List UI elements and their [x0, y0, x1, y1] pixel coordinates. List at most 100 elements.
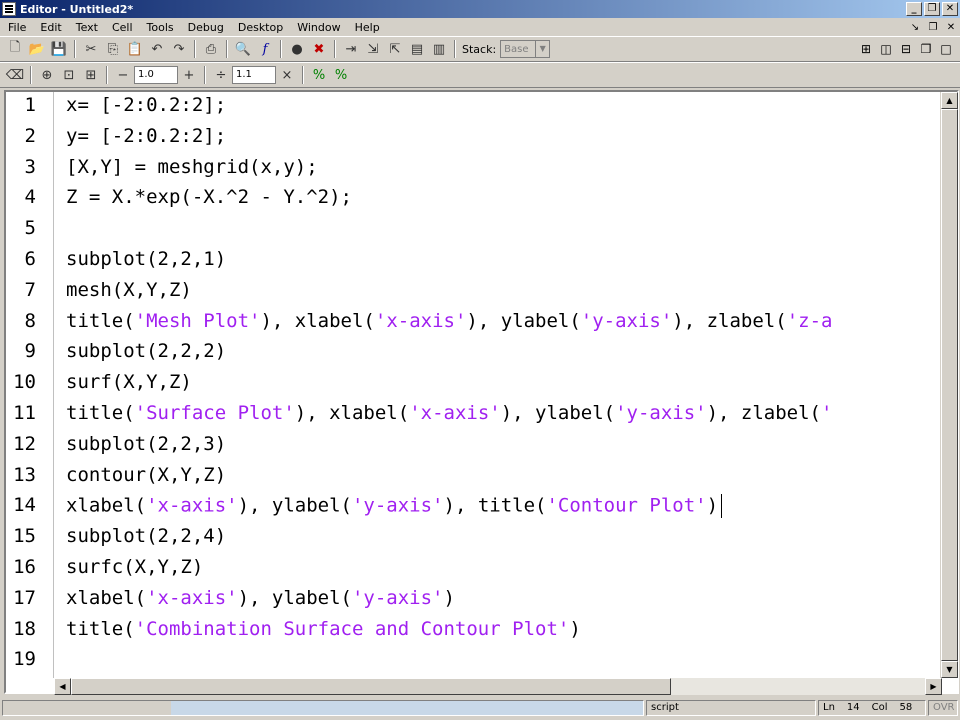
- menu-text[interactable]: Text: [68, 21, 104, 34]
- restore-button[interactable]: ❐: [924, 2, 940, 16]
- continue-icon[interactable]: ▤: [406, 39, 428, 59]
- left-right-split-icon[interactable]: ◫: [876, 40, 896, 58]
- stack-select[interactable]: Base ▼: [500, 40, 551, 58]
- close-button[interactable]: ✕: [942, 2, 958, 16]
- evaluate-advance-icon[interactable]: ⊞: [80, 65, 102, 85]
- string-literal: 'y-axis': [351, 586, 444, 609]
- code-line[interactable]: x= [-2:0.2:2];: [66, 94, 226, 116]
- horizontal-scrollbar[interactable]: ◀ ▶: [54, 678, 942, 695]
- line-number: 1: [24, 94, 36, 116]
- code-line[interactable]: surf(X,Y,Z): [66, 371, 192, 393]
- code-token: xlabel(: [66, 494, 147, 517]
- copy-icon[interactable]: ⎘: [102, 39, 124, 59]
- insert-cell-icon[interactable]: ⊕: [36, 65, 58, 85]
- minimize-button[interactable]: _: [906, 2, 922, 16]
- menu-desktop[interactable]: Desktop: [230, 21, 289, 34]
- multiply-button[interactable]: ×: [276, 65, 298, 85]
- cut-icon[interactable]: ✂: [80, 39, 102, 59]
- code-line[interactable]: subplot(2,2,3): [66, 433, 226, 455]
- eraser-icon[interactable]: ⌫: [4, 65, 26, 85]
- code-line[interactable]: contour(X,Y,Z): [66, 464, 226, 486]
- tile-layout-icon[interactable]: ⊞: [856, 40, 876, 58]
- new-file-icon[interactable]: 🗋: [4, 39, 26, 59]
- overwrite-status: OVR: [928, 700, 958, 716]
- line-number: 10: [13, 371, 36, 394]
- line-number: 14: [13, 494, 36, 517]
- print-icon[interactable]: ⎙: [200, 39, 222, 59]
- step-in-icon[interactable]: ⇲: [362, 39, 384, 59]
- code-line[interactable]: xlabel('x-axis'), ylabel('y-axis'), titl…: [66, 494, 723, 519]
- code-token: mesh(X,Y,Z): [66, 278, 192, 301]
- divide-button[interactable]: ÷: [210, 65, 232, 85]
- code-line[interactable]: xlabel('x-axis'), ylabel('y-axis'): [66, 587, 455, 609]
- scroll-right-icon[interactable]: ▶: [925, 678, 942, 695]
- vertical-scroll-thumb[interactable]: [941, 109, 958, 661]
- mdi-restore-icon[interactable]: ❐: [924, 22, 942, 33]
- line-number: 19: [13, 648, 36, 671]
- col-value: 58: [899, 702, 913, 713]
- string-literal: ': [821, 402, 833, 424]
- code-line[interactable]: title('Mesh Plot'), xlabel('x-axis'), yl…: [66, 310, 832, 332]
- menu-file[interactable]: File: [0, 21, 32, 34]
- step-out-icon[interactable]: ⇱: [384, 39, 406, 59]
- code-token: ), ylabel(: [500, 402, 616, 424]
- line-number: 12: [13, 432, 36, 455]
- set-breakpoint-icon[interactable]: ●: [286, 39, 308, 59]
- increment-button[interactable]: +: [178, 65, 200, 85]
- menu-tools[interactable]: Tools: [139, 21, 180, 34]
- maximize-icon[interactable]: □: [936, 40, 956, 58]
- find-icon[interactable]: 🔍: [232, 39, 254, 59]
- code-area[interactable]: x= [-2:0.2:2]; y= [-2:0.2:2]; [X,Y] = mesh…: [56, 92, 940, 678]
- line-number: 9: [24, 340, 36, 363]
- editor-app-icon: [2, 2, 16, 16]
- line-number: 11: [13, 402, 36, 424]
- hide-cell-titles-icon[interactable]: %: [330, 65, 352, 85]
- undock-icon[interactable]: ↘: [906, 22, 924, 33]
- menu-cell[interactable]: Cell: [104, 21, 139, 34]
- mdi-close-icon[interactable]: ✕: [942, 22, 960, 33]
- evaluate-cell-icon[interactable]: ⊡: [58, 65, 80, 85]
- scroll-down-icon[interactable]: ▼: [941, 661, 958, 678]
- ln-value: 14: [846, 702, 860, 713]
- menu-help[interactable]: Help: [347, 21, 386, 34]
- code-line[interactable]: [X,Y] = meshgrid(x,y);: [66, 156, 318, 178]
- code-token: title(: [66, 617, 135, 640]
- step-value-input[interactable]: 1.0: [134, 66, 178, 84]
- vertical-scrollbar[interactable]: ▲ ▼: [940, 92, 958, 678]
- code-line[interactable]: y= [-2:0.2:2];: [66, 125, 226, 147]
- scroll-left-icon[interactable]: ◀: [54, 678, 71, 695]
- line-number: 17: [13, 586, 36, 609]
- scroll-up-icon[interactable]: ▲: [941, 92, 958, 109]
- float-icon[interactable]: ❐: [916, 40, 936, 58]
- undo-icon[interactable]: ↶: [146, 39, 168, 59]
- chevron-down-icon[interactable]: ▼: [535, 41, 549, 57]
- function-icon[interactable]: f: [254, 39, 276, 59]
- code-line[interactable]: subplot(2,2,1): [66, 248, 226, 270]
- window-title: Editor - Untitled2*: [20, 2, 134, 16]
- decrement-button[interactable]: −: [112, 65, 134, 85]
- step-icon[interactable]: ⇥: [340, 39, 362, 59]
- menu-window[interactable]: Window: [289, 21, 346, 34]
- divisor-value-input[interactable]: 1.1: [232, 66, 276, 84]
- redo-icon[interactable]: ↷: [168, 39, 190, 59]
- text-cursor: [721, 494, 723, 519]
- open-folder-icon[interactable]: 📂: [26, 39, 48, 59]
- code-line[interactable]: title('Surface Plot'), xlabel('x-axis'),…: [66, 402, 832, 424]
- horizontal-scroll-thumb[interactable]: [71, 678, 671, 695]
- code-line[interactable]: surfc(X,Y,Z): [66, 556, 203, 578]
- show-cell-titles-icon[interactable]: %: [308, 65, 330, 85]
- code-line[interactable]: subplot(2,2,2): [66, 340, 226, 362]
- code-token: surf(X,Y,Z): [66, 371, 192, 394]
- code-editor[interactable]: 1 2 3 4 5 6 7 8 9 10 11 12 13 14 15 16 17 18 19 x= [-2:0.2…: [4, 90, 959, 695]
- paste-icon[interactable]: 📋: [124, 39, 146, 59]
- save-icon[interactable]: 💾: [48, 39, 70, 59]
- clear-breakpoints-icon[interactable]: ✖: [308, 39, 330, 59]
- code-line[interactable]: Z = X.*exp(-X.^2 - Y.^2);: [66, 186, 352, 208]
- exit-debug-icon[interactable]: ▥: [428, 39, 450, 59]
- code-line[interactable]: mesh(X,Y,Z): [66, 279, 192, 301]
- code-line[interactable]: title('Combination Surface and Contour P…: [66, 618, 581, 640]
- menu-debug[interactable]: Debug: [180, 21, 230, 34]
- menu-edit[interactable]: Edit: [32, 21, 67, 34]
- code-line[interactable]: subplot(2,2,4): [66, 525, 226, 547]
- top-bottom-split-icon[interactable]: ⊟: [896, 40, 916, 58]
